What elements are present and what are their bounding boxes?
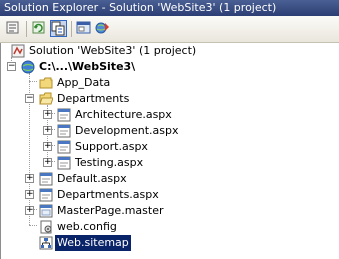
aspx-page-icon bbox=[39, 172, 53, 186]
tree-item-departments-folder[interactable]: − Departments bbox=[1, 91, 339, 107]
aspx-page-icon bbox=[57, 108, 71, 122]
solution-tree: Solution 'WebSite3' (1 project) − C:\...… bbox=[0, 43, 339, 259]
expand-departments-page-toggle[interactable]: + bbox=[25, 190, 34, 199]
expand-testing-toggle[interactable]: + bbox=[43, 158, 52, 167]
expand-support-toggle[interactable]: + bbox=[43, 142, 52, 151]
refresh-icon bbox=[32, 21, 45, 34]
refresh-button[interactable] bbox=[31, 20, 48, 37]
collapse-project-toggle[interactable]: − bbox=[7, 62, 16, 71]
window-title: Solution Explorer - Solution 'WebSite3' … bbox=[0, 0, 339, 16]
nest-related-files-button[interactable] bbox=[50, 20, 67, 37]
aspx-page-icon bbox=[57, 156, 71, 170]
app-data-label: App_Data bbox=[57, 76, 111, 89]
expand-default-toggle[interactable]: + bbox=[25, 174, 34, 183]
tree-item-solution[interactable]: Solution 'WebSite3' (1 project) bbox=[1, 43, 339, 59]
solution-explorer-window: Solution Explorer - Solution 'WebSite3' … bbox=[0, 0, 339, 259]
folder-open-icon bbox=[39, 92, 53, 105]
page-label: Testing.aspx bbox=[75, 156, 144, 169]
nest-related-files-icon bbox=[51, 21, 65, 36]
tree-item-project[interactable]: − C:\...\WebSite3\ bbox=[1, 59, 339, 75]
solution-icon bbox=[11, 44, 25, 58]
aspx-page-icon bbox=[57, 140, 71, 154]
folder-icon bbox=[39, 77, 53, 89]
page-label: Architecture.aspx bbox=[75, 108, 172, 121]
page-label: Support.aspx bbox=[75, 140, 148, 153]
website-project-icon bbox=[21, 60, 35, 74]
master-page-icon bbox=[39, 204, 53, 218]
copy-web-site-button[interactable] bbox=[95, 20, 112, 37]
default-page-label: Default.aspx bbox=[57, 172, 127, 185]
expand-architecture-toggle[interactable]: + bbox=[43, 110, 52, 119]
tree-item-app-data[interactable]: App_Data bbox=[1, 75, 339, 91]
copy-web-site-icon bbox=[95, 22, 109, 34]
aspx-page-icon bbox=[57, 124, 71, 138]
page-label: Development.aspx bbox=[75, 124, 179, 137]
tree-item-architecture[interactable]: + Architecture.aspx bbox=[1, 107, 339, 123]
config-file-icon bbox=[40, 220, 52, 234]
collapse-departments-toggle[interactable]: − bbox=[25, 94, 34, 103]
tree-item-web-sitemap[interactable]: Web.sitemap bbox=[1, 235, 339, 251]
properties-button[interactable] bbox=[5, 20, 22, 37]
solution-label: Solution 'WebSite3' (1 project) bbox=[29, 44, 197, 57]
tree-item-support[interactable]: + Support.aspx bbox=[1, 139, 339, 155]
view-designer-button[interactable] bbox=[76, 20, 93, 37]
expand-master-page-toggle[interactable]: + bbox=[25, 206, 34, 215]
tree-item-departments-aspx[interactable]: + Departments.aspx bbox=[1, 187, 339, 203]
departments-page-label: Departments.aspx bbox=[57, 188, 159, 201]
properties-icon bbox=[6, 21, 19, 34]
tree-item-default-aspx[interactable]: + Default.aspx bbox=[1, 171, 339, 187]
departments-folder-label: Departments bbox=[57, 92, 130, 105]
tree-item-testing[interactable]: + Testing.aspx bbox=[1, 155, 339, 171]
web-sitemap-label: Web.sitemap bbox=[55, 235, 131, 251]
project-label: C:\...\WebSite3\ bbox=[39, 60, 136, 73]
tree-item-development[interactable]: + Development.aspx bbox=[1, 123, 339, 139]
toolbar bbox=[0, 16, 339, 43]
tree-item-master-page[interactable]: + MasterPage.master bbox=[1, 203, 339, 219]
sitemap-file-icon bbox=[39, 236, 53, 250]
web-config-label: web.config bbox=[57, 220, 117, 233]
view-designer-icon bbox=[76, 21, 91, 34]
master-page-label: MasterPage.master bbox=[57, 204, 164, 217]
expand-development-toggle[interactable]: + bbox=[43, 126, 52, 135]
tree-item-web-config[interactable]: web.config bbox=[1, 219, 339, 235]
aspx-page-icon bbox=[39, 188, 53, 202]
